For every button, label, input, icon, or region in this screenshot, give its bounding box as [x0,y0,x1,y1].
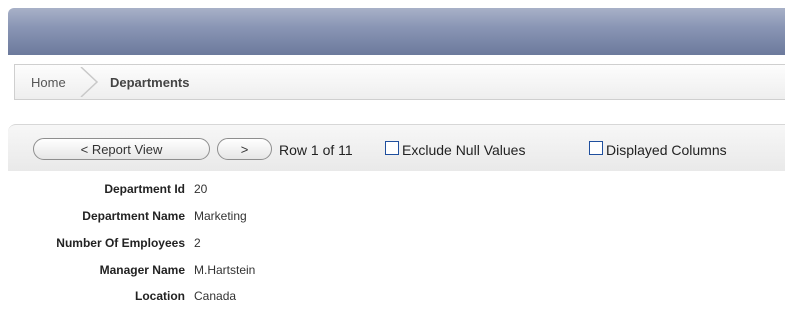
detail-label: Department Name [82,209,185,223]
displayed-columns-label[interactable]: Displayed Columns [606,142,727,158]
report-view-button[interactable]: < Report View [33,138,210,160]
detail-row-department-name: Department Name Marketing [0,209,400,229]
detail-label: Department Id [104,182,185,196]
detail-label: Manager Name [99,263,185,277]
detail-value: Marketing [194,209,247,223]
detail-value: 20 [194,182,208,196]
report-view-label: < Report View [80,141,163,157]
breadcrumb-home-link[interactable]: Home [31,75,66,90]
detail-row-location: Location Canada [0,289,400,309]
exclude-null-checkbox[interactable] [385,141,399,155]
exclude-null-label[interactable]: Exclude Null Values [402,142,525,158]
detail-value: 2 [194,236,201,250]
app-header-bar [8,8,785,55]
row-counter: Row 1 of 11 [279,142,353,158]
displayed-columns-checkbox[interactable] [589,141,603,155]
detail-label: Location [135,289,185,303]
detail-row-department-id: Department Id 20 [0,182,400,202]
breadcrumb: Home Departments [14,64,785,100]
detail-value: M.Hartstein [194,263,256,277]
detail-row-manager-name: Manager Name M.Hartstein [0,263,400,283]
breadcrumb-current: Departments [110,75,190,90]
detail-value: Canada [194,289,237,303]
detail-row-number-of-employees: Number Of Employees 2 [0,236,400,256]
breadcrumb-separator-icon [80,67,99,97]
next-record-button[interactable]: > [217,138,272,160]
record-toolbar: < Report View > Row 1 of 11 Exclude Null… [8,124,785,171]
next-record-label: > [240,141,249,157]
detail-label: Number Of Employees [56,236,185,250]
